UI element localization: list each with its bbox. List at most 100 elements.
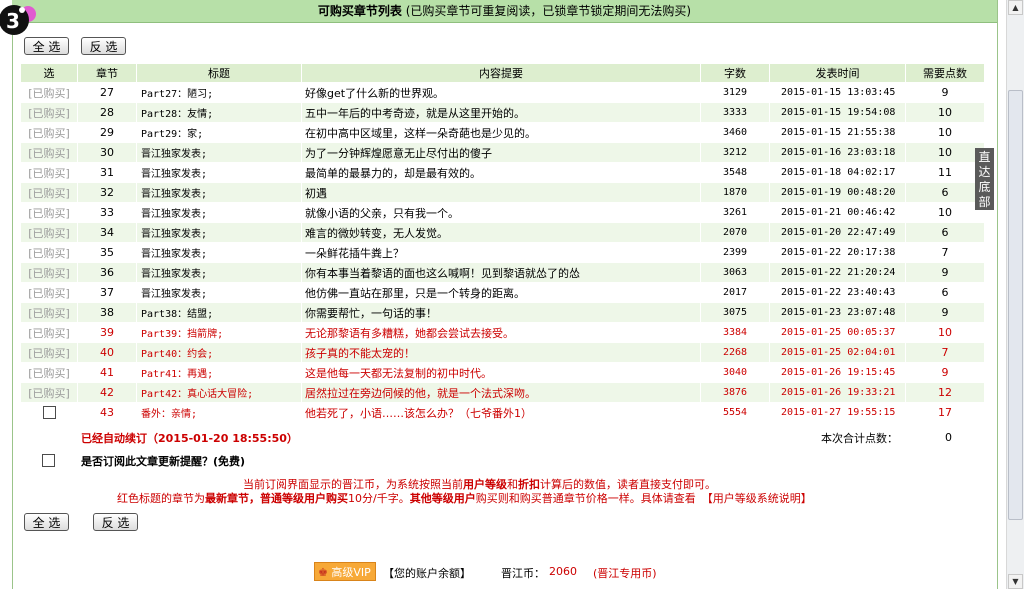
chapter-summary: 就像小语的父亲，只有我一个。 — [302, 203, 700, 222]
chapter-summary: 为了一分钟辉煌愿意无止尽付出的傻子 — [302, 143, 700, 162]
chapter-number: 28 — [78, 103, 136, 122]
publish-time: 2015-01-27 19:55:15 — [770, 403, 905, 422]
table-row[interactable]: [已购买] 42 Part42：真心话大冒险; 居然拉过在旁边伺候的他，就是一个法式深… — [21, 383, 984, 402]
chapter-number: 27 — [78, 83, 136, 102]
balance-label: 【您的账户余额】 — [383, 567, 471, 580]
points-needed: 12 — [906, 383, 984, 402]
coin-label: 晋江币： — [501, 567, 545, 580]
jump-to-bottom-tab[interactable]: 直达底部 — [975, 148, 994, 210]
table-row[interactable]: [已购买] 41 Patr41：再遇; 这是他每一天都无法复制的初中时代。 3040 20… — [21, 363, 984, 382]
chapter-checkbox[interactable] — [42, 406, 56, 420]
publish-time: 2015-01-21 00:46:42 — [770, 203, 905, 222]
chapter-title: 番外：亲情; — [137, 403, 301, 422]
table-row[interactable]: [已购买] 28 Part28：友情; 五中一年后的中考奇迹，就是从这里开始的。 333… — [21, 103, 984, 122]
page-title: 可购买章节列表 (已购买章节可重复阅读，已锁章节锁定期间无法购买) — [12, 0, 997, 23]
select-all-button[interactable]: 全 选 — [24, 37, 69, 55]
chapter-number: 30 — [78, 143, 136, 162]
points-needed: 9 — [906, 83, 984, 102]
chapter-number: 39 — [78, 323, 136, 342]
word-count: 3129 — [701, 83, 769, 102]
table-row[interactable]: [已购买] 33 晋江独家发表; 就像小语的父亲，只有我一个。 3261 2015-01-… — [21, 203, 984, 222]
points-needed: 10 — [906, 203, 984, 222]
points-needed: 9 — [906, 263, 984, 282]
chapter-title: 晋江独家发表; — [137, 183, 301, 202]
publish-time: 2015-01-22 21:20:24 — [770, 263, 905, 282]
update-reminder-label: 是否订阅此文章更新提醒？(免费) — [81, 455, 246, 468]
table-row[interactable]: [已购买] 38 Part38：结盟; 你需要帮忙，一句话的事！ 3075 2015-01… — [21, 303, 984, 322]
points-needed: 10 — [906, 323, 984, 342]
invert-selection-button-bottom[interactable]: 反 选 — [93, 513, 138, 531]
table-row[interactable]: [已购买] 27 Part27：陋习; 好像get了什么新的世界观。 3129 2015-… — [21, 83, 984, 102]
col-date: 发表时间 — [770, 64, 905, 82]
points-needed: 10 — [906, 123, 984, 142]
purchased-status: [已购买] — [21, 243, 77, 262]
chapter-summary: 这是他每一天都无法复制的初中时代。 — [302, 363, 700, 382]
purchased-status: [已购买] — [21, 263, 77, 282]
select-all-button-bottom[interactable]: 全 选 — [24, 513, 69, 531]
scroll-down-icon[interactable]: ▼ — [1008, 574, 1023, 589]
word-count: 1870 — [701, 183, 769, 202]
update-reminder-checkbox[interactable] — [42, 454, 55, 467]
table-row[interactable]: [已购买] 35 晋江独家发表; 一朵鲜花插牛粪上？ 2399 2015-01-22 20… — [21, 243, 984, 262]
chapter-number: 35 — [78, 243, 136, 262]
word-count: 3075 — [701, 303, 769, 322]
table-row[interactable]: [已购买] 36 晋江独家发表; 你有本事当着黎语的面也这么喊啊！见到黎语就怂了的怂 3… — [21, 263, 984, 282]
table-row[interactable]: [已购买] 39 Part39：挡箭牌; 无论那黎语有多糟糕，她都会尝试去接受。 338… — [21, 323, 984, 342]
points-needed: 17 — [906, 403, 984, 422]
chapter-summary: 居然拉过在旁边伺候的他，就是一个法式深吻。 — [302, 383, 700, 402]
chapter-summary: 你有本事当着黎语的面也这么喊啊！见到黎语就怂了的怂 — [302, 263, 700, 282]
chapter-summary: 初遇 — [302, 183, 700, 202]
points-needed: 7 — [906, 243, 984, 262]
scroll-thumb[interactable] — [1008, 90, 1023, 520]
word-count: 2070 — [701, 223, 769, 242]
points-needed: 9 — [906, 303, 984, 322]
chapter-title: Part39：挡箭牌; — [137, 323, 301, 342]
publish-time: 2015-01-15 13:03:45 — [770, 83, 905, 102]
notice-text: 购买则和购买普通章节价格一样。具体请查看 — [475, 492, 696, 505]
coin-note: (晋江专用币) — [593, 567, 657, 580]
points-needed: 6 — [906, 183, 984, 202]
chapter-title: 晋江独家发表; — [137, 263, 301, 282]
word-count: 3384 — [701, 323, 769, 342]
publish-time: 2015-01-25 00:05:37 — [770, 323, 905, 342]
vip-label: 高级VIP — [331, 566, 371, 579]
table-row[interactable]: [已购买] 30 晋江独家发表; 为了一分钟辉煌愿意无止尽付出的傻子 3212 2015-… — [21, 143, 984, 162]
chapter-title: Part40：约会; — [137, 343, 301, 362]
title-note: (已购买章节可重复阅读，已锁章节锁定期间无法购买) — [405, 4, 692, 18]
table-row[interactable]: 43 番外：亲情; 他若死了，小语……该怎么办？（七爷番外1） 5554 2015-01… — [21, 403, 984, 422]
purchased-status: [已购买] — [21, 183, 77, 202]
jump-to-bottom-label: 直达底部 — [978, 150, 991, 209]
publish-time: 2015-01-22 20:17:38 — [770, 243, 905, 262]
points-needed: 9 — [906, 363, 984, 382]
points-needed: 6 — [906, 223, 984, 242]
table-row[interactable]: [已购买] 29 Part29：家; 在初中高中区域里，这样一朵奇葩也是少见的。 346… — [21, 123, 984, 142]
level-system-link[interactable]: 【用户等级系统说明】 — [702, 492, 812, 505]
purchased-status — [21, 403, 77, 422]
chapter-number: 31 — [78, 163, 136, 182]
vertical-scrollbar[interactable]: ▲ ▼ — [1006, 0, 1024, 589]
chapter-table: 选 章节 标题 内容提要 字数 发表时间 需要点数 [已购买] 27 Part27：… — [20, 63, 985, 423]
logo-icon: 3 — [0, 5, 36, 35]
purchased-status: [已购买] — [21, 303, 77, 322]
notice-line-2: 红色标题的章节为最新章节，普通等级用户购买10分/千字。其他等级用户购买则和购买… — [117, 490, 812, 506]
table-row[interactable]: [已购买] 37 晋江独家发表; 他仿佛一直站在那里，只是一个转身的距离。 2017 20… — [21, 283, 984, 302]
publish-time: 2015-01-23 23:07:48 — [770, 303, 905, 322]
table-row[interactable]: [已购买] 40 Part40：约会; 孩子真的不能太宠的！ 2268 2015-01-2… — [21, 343, 984, 362]
publish-time: 2015-01-25 02:04:01 — [770, 343, 905, 362]
table-row[interactable]: [已购买] 34 晋江独家发表; 难言的微妙转变，无人发觉。 2070 2015-01-2… — [21, 223, 984, 242]
publish-time: 2015-01-26 19:33:21 — [770, 383, 905, 402]
invert-selection-button[interactable]: 反 选 — [81, 37, 126, 55]
purchased-status: [已购买] — [21, 223, 77, 242]
site-logo: 3 — [0, 0, 36, 40]
chapter-summary: 在初中高中区域里，这样一朵奇葩也是少见的。 — [302, 123, 700, 142]
purchased-status: [已购买] — [21, 103, 77, 122]
purchased-status: [已购买] — [21, 343, 77, 362]
scroll-up-icon[interactable]: ▲ — [1008, 0, 1023, 15]
table-row[interactable]: [已购买] 31 晋江独家发表; 最简单的最暴力的，却是最有效的。 3548 2015-0… — [21, 163, 984, 182]
vip-badge[interactable]: ♚ 高级VIP — [314, 562, 376, 581]
word-count: 3333 — [701, 103, 769, 122]
chapter-title: 晋江独家发表; — [137, 163, 301, 182]
table-row[interactable]: [已购买] 32 晋江独家发表; 初遇 1870 2015-01-19 00:48:20 6 — [21, 183, 984, 202]
chapter-title: Part29：家; — [137, 123, 301, 142]
word-count: 3063 — [701, 263, 769, 282]
